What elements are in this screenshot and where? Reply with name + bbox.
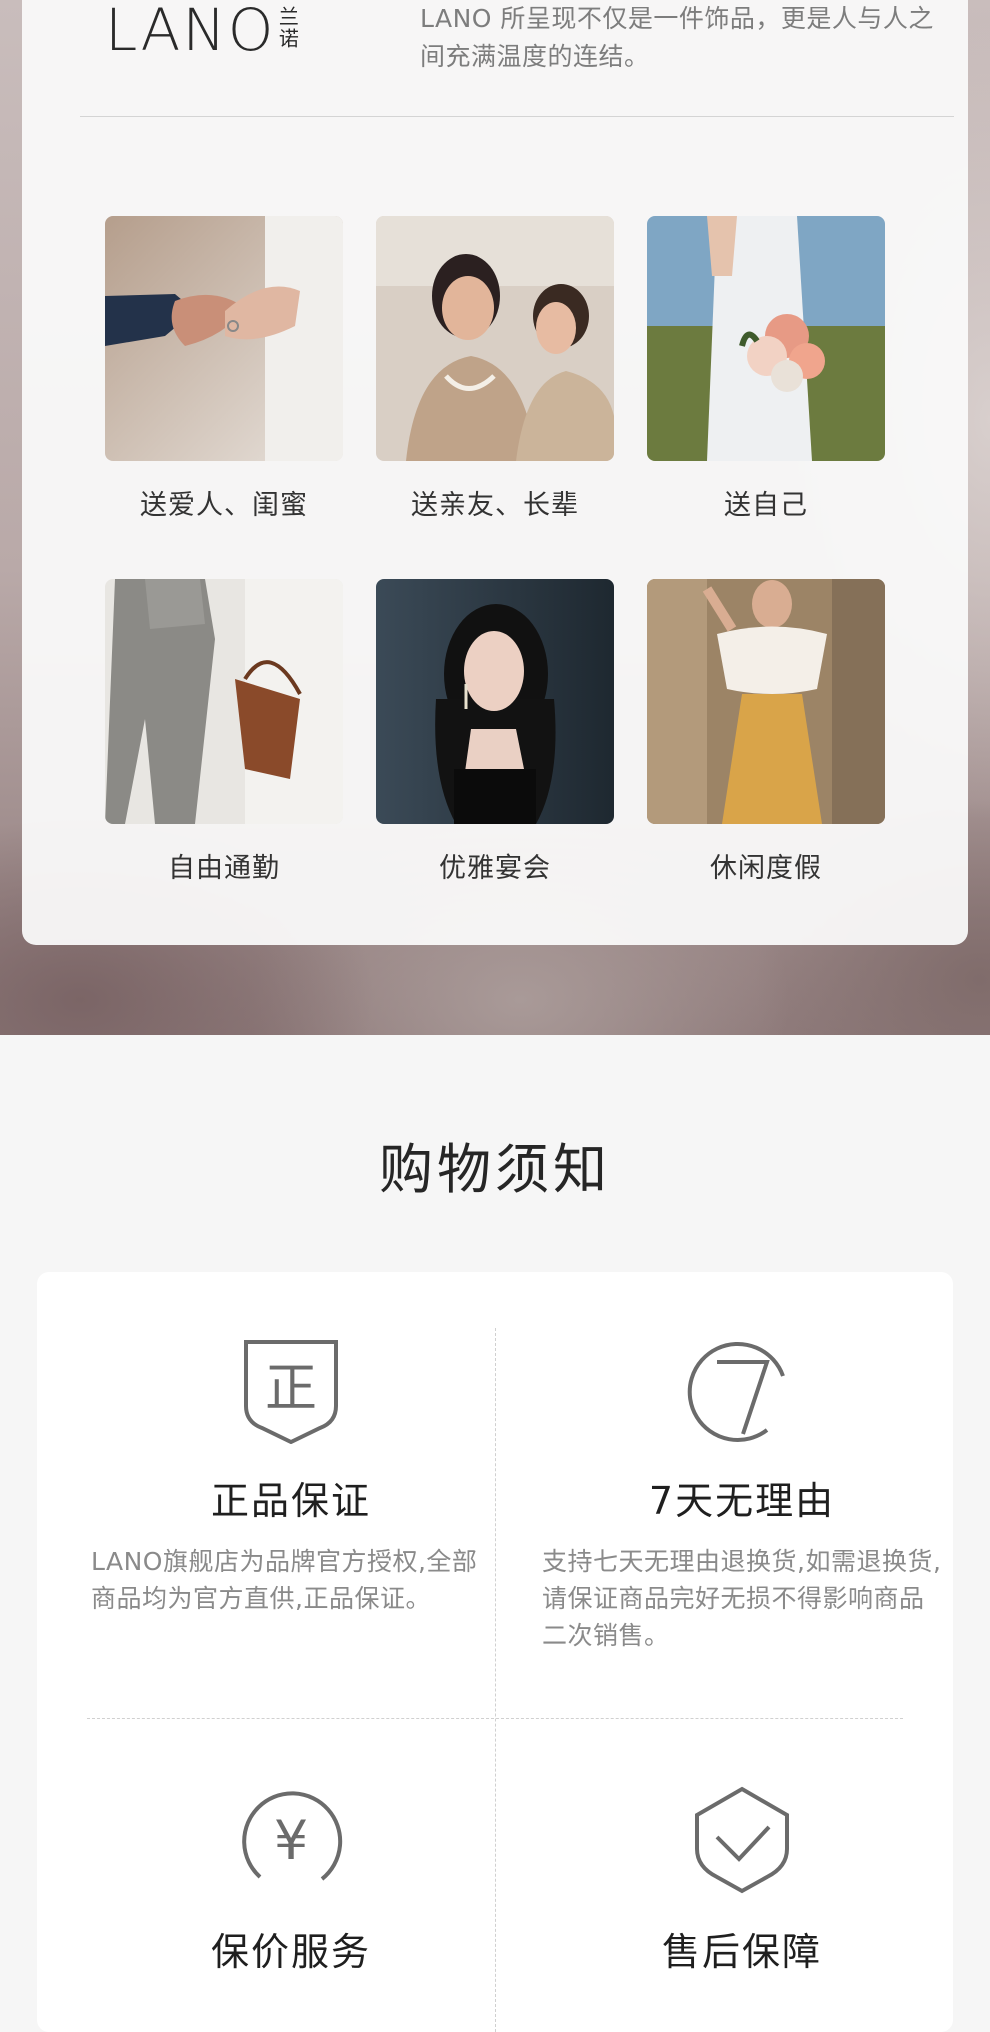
yuan-price-icon: ¥	[236, 1785, 346, 1895]
occasion-label: 送亲友、长辈	[411, 490, 579, 521]
occasion-section: LANO 兰诺 我们更注重客户们的内心世界和自我馈赠LANO 所呈现不仅是一件饰…	[0, 0, 990, 1035]
bride-bouquet-photo	[647, 216, 885, 461]
divider	[80, 116, 954, 117]
feature-seven-day: 7天无理由 支持七天无理由退换货,如需退换货,请保证商品完好无损不得影响商品二次…	[542, 1334, 942, 1654]
occasion-item-family[interactable]: 送亲友、长辈	[376, 216, 614, 522]
occasion-label: 休闲度假	[710, 853, 822, 884]
intro-text: 我们更注重客户们的内心世界和自我馈赠LANO 所呈现不仅是一件饰品，更是人与人之…	[420, 4, 934, 71]
authentic-icon-char: 正	[265, 1359, 317, 1419]
vacation-outfit-photo	[647, 579, 885, 824]
occasion-item-banquet[interactable]: 优雅宴会	[376, 579, 614, 885]
evening-portrait-photo	[376, 579, 614, 824]
mother-daughter-photo	[376, 216, 614, 461]
feature-after-sales: 售后保障	[542, 1785, 942, 1976]
feature-title: 售后保障	[661, 1930, 822, 1974]
occasion-item-commute[interactable]: 自由通勤	[105, 579, 343, 885]
divider	[495, 1328, 496, 2032]
divider	[87, 1718, 903, 1719]
occasion-card: LANO 兰诺 我们更注重客户们的内心世界和自我馈赠LANO 所呈现不仅是一件饰…	[22, 0, 968, 945]
occasion-label: 送爱人、闺蜜	[140, 490, 308, 521]
yuan-icon-char: ¥	[274, 1809, 308, 1872]
logo-cn-text: 兰诺	[275, 6, 300, 50]
logo-text: LANO	[105, 0, 276, 64]
notice-card: 正 正品保证 LANO旗舰店为品牌官方授权,全部商品均为官方直供,正品保证。 7…	[37, 1272, 953, 2032]
feature-title: 保价服务	[210, 1930, 371, 1974]
holding-hands-photo	[105, 216, 343, 461]
occasion-label: 优雅宴会	[439, 853, 551, 884]
feature-price-protect: ¥ 保价服务	[91, 1785, 491, 1976]
occasion-item-self[interactable]: 送自己	[647, 216, 885, 522]
notice-title: 购物须知	[379, 1138, 611, 1201]
occasion-label: 送自己	[724, 490, 808, 521]
occasion-label: 自由通勤	[168, 853, 280, 884]
checkmark-shield-icon	[687, 1785, 797, 1895]
feature-desc: 支持七天无理由退换货,如需退换货,请保证商品完好无损不得影响商品二次销售。	[542, 1547, 942, 1650]
commute-handbag-photo	[105, 579, 343, 824]
feature-title: 7天无理由	[648, 1479, 836, 1523]
feature-desc: LANO旗舰店为品牌官方授权,全部商品均为官方直供,正品保证。	[91, 1547, 478, 1613]
seven-day-icon	[687, 1334, 797, 1444]
feature-title: 正品保证	[210, 1479, 371, 1523]
brand-logo: LANO 兰诺	[105, 0, 300, 64]
occasion-item-lover[interactable]: 送爱人、闺蜜	[105, 216, 343, 522]
occasion-item-vacation[interactable]: 休闲度假	[647, 579, 885, 885]
feature-authentic: 正 正品保证 LANO旗舰店为品牌官方授权,全部商品均为官方直供,正品保证。	[91, 1334, 491, 1617]
authentic-shield-icon: 正	[236, 1334, 346, 1445]
